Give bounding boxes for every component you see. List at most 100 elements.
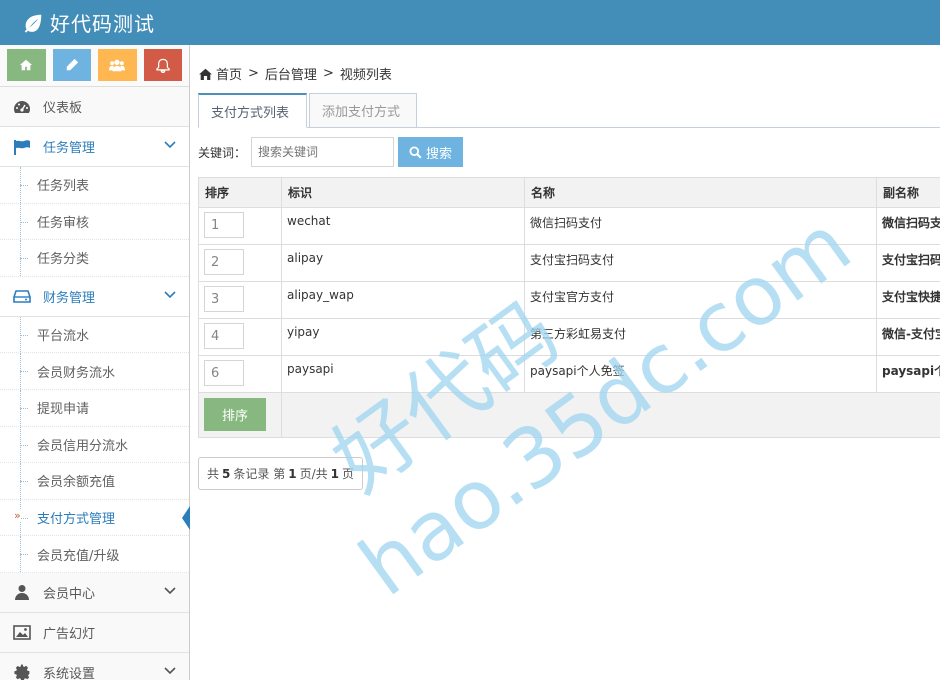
flag-icon <box>12 137 32 157</box>
nav-member-center[interactable]: 会员中心 <box>0 572 189 613</box>
nav-system-settings[interactable]: 系统设置 <box>0 652 189 680</box>
shortcut-bar <box>0 45 189 87</box>
sidebar-item-label: 提现申请 <box>37 402 90 418</box>
search-bar: 关键词： 搜索 <box>198 137 464 167</box>
sidebar-item-label: 支付方式管理 <box>37 512 116 528</box>
sidebar-item-label: 任务分类 <box>37 252 90 268</box>
home-icon <box>199 68 212 80</box>
leaf-logo-icon <box>24 14 42 33</box>
pager-prefix: 共 <box>207 467 220 481</box>
pager-total: 5 <box>222 466 231 481</box>
nav-finance-management[interactable]: 财务管理 <box>0 276 189 317</box>
order-input[interactable] <box>204 212 244 238</box>
sidebar: 仪表板 任务管理 任务列表 任务审核 任务分类 财务管理 平台流水 会员财务流水… <box>0 45 190 680</box>
table-row: alipay 支付宝扫码支付 支付宝扫码支付 <box>198 244 940 282</box>
subname-cell: 微信-支付宝 <box>876 318 940 356</box>
tab-bar: 支付方式列表 添加支付方式 <box>198 93 940 128</box>
footer-empty-cell <box>281 392 940 438</box>
order-cell <box>198 281 282 319</box>
pencil-icon <box>66 58 78 71</box>
sidebar-item-label: 会员财务流水 <box>37 365 116 381</box>
sidebar-item-balance-recharge[interactable]: 会员余额充值 <box>0 463 189 500</box>
nav-member-center-label: 会员中心 <box>43 586 96 602</box>
active-caret-icon <box>182 505 190 530</box>
order-cell <box>198 207 282 245</box>
subname-cell: 支付宝快捷支付 <box>876 281 940 319</box>
search-input[interactable] <box>251 137 395 167</box>
sidebar-item-platform-flow[interactable]: 平台流水 <box>0 316 189 354</box>
chevron-down-icon <box>164 587 176 595</box>
nav-system-settings-label: 系统设置 <box>43 666 96 680</box>
main-content: 首页 > 后台管理 > 视频列表 支付方式列表 添加支付方式 关键词： 搜索 排… <box>190 45 940 680</box>
identifier-cell: wechat <box>281 207 525 245</box>
column-header-order[interactable]: 排序 <box>198 177 282 208</box>
nav-task-management[interactable]: 任务管理 <box>0 127 189 167</box>
sidebar-item-task-category[interactable]: 任务分类 <box>0 240 189 277</box>
column-header-subname[interactable]: 副名称 <box>876 177 940 208</box>
identifier-cell: alipay <box>281 244 525 282</box>
sidebar-item-task-review[interactable]: 任务审核 <box>0 203 189 241</box>
order-cell <box>198 355 282 393</box>
sort-button-cell: 排序 <box>198 392 282 438</box>
breadcrumb-home[interactable]: 首页 <box>216 64 242 83</box>
breadcrumb-separator: > <box>322 66 334 81</box>
breadcrumb-separator: > <box>248 66 259 81</box>
table-row: wechat 微信扫码支付 微信扫码支付 <box>198 207 940 245</box>
top-navbar: 好代码测试 <box>0 0 940 45</box>
tab-add-payment-method[interactable]: 添加支付方式 <box>309 93 417 128</box>
order-cell <box>198 318 282 356</box>
sidebar-item-task-list[interactable]: 任务列表 <box>0 167 189 204</box>
name-cell: paysapi个人免签 <box>524 355 877 393</box>
name-cell: 微信扫码支付 <box>524 207 877 245</box>
app-title[interactable]: 好代码测试 <box>50 8 155 37</box>
edit-shortcut-button[interactable] <box>52 49 91 81</box>
subname-cell: 支付宝扫码支付 <box>876 244 940 282</box>
name-cell: 支付宝官方支付 <box>524 281 877 319</box>
pager-sep: 页/共 <box>299 467 328 481</box>
payment-method-table-wrapper: 排序 标识 名称 副名称 wechat 微信扫码支付 微信扫码支付 alipay… <box>198 177 940 438</box>
table-row: alipay_wap 支付宝官方支付 支付宝快捷支付 <box>198 281 940 319</box>
notifications-shortcut-button[interactable] <box>143 49 182 81</box>
identifier-cell: paysapi <box>281 355 525 393</box>
search-icon <box>409 145 422 159</box>
active-marker-icon: » <box>14 508 21 522</box>
sidebar-item-member-upgrade[interactable]: 会员充值/升级 <box>0 536 189 573</box>
chevron-down-icon <box>164 667 176 675</box>
table-footer-row: 排序 <box>198 392 940 438</box>
pagination-info: 共 5 条记录 第 1 页/共 1 页 <box>198 457 363 490</box>
nav-dashboard[interactable]: 仪表板 <box>0 87 189 127</box>
nav-dashboard-label: 仪表板 <box>43 101 83 116</box>
order-input[interactable] <box>204 323 244 349</box>
subname-cell: paysapi个人免签 <box>876 355 940 393</box>
name-cell: 支付宝扫码支付 <box>524 244 877 282</box>
order-input[interactable] <box>204 249 244 275</box>
column-header-identifier[interactable]: 标识 <box>281 177 525 208</box>
users-shortcut-button[interactable] <box>98 49 137 81</box>
pager-mid: 条记录 第 <box>233 467 286 481</box>
hdd-icon <box>12 286 32 306</box>
sidebar-item-label: 会员充值/升级 <box>37 548 120 564</box>
subname-cell: 微信扫码支付 <box>876 207 940 245</box>
sidebar-item-member-finance-flow[interactable]: 会员财务流水 <box>0 353 189 390</box>
user-icon <box>12 582 32 602</box>
order-input[interactable] <box>204 360 244 386</box>
column-header-name[interactable]: 名称 <box>524 177 877 208</box>
nav-ad-slides[interactable]: 广告幻灯 <box>0 612 189 653</box>
sidebar-item-label: 会员信用分流水 <box>37 438 129 454</box>
search-button[interactable]: 搜索 <box>398 137 464 167</box>
tab-payment-method-list[interactable]: 支付方式列表 <box>198 93 307 128</box>
name-cell: 第三方彩虹易支付 <box>524 318 877 356</box>
sidebar-item-credit-flow[interactable]: 会员信用分流水 <box>0 426 189 464</box>
sidebar-item-withdraw-request[interactable]: 提现申请 <box>0 389 189 427</box>
sort-button[interactable]: 排序 <box>204 398 266 431</box>
order-cell <box>198 244 282 282</box>
nav-ad-slides-label: 广告幻灯 <box>43 626 96 642</box>
home-shortcut-button[interactable] <box>7 49 46 81</box>
dashboard-icon <box>12 97 32 117</box>
keyword-label: 关键词： <box>198 145 247 160</box>
sidebar-item-label: 平台流水 <box>37 329 90 345</box>
sidebar-item-payment-methods[interactable]: » 支付方式管理 <box>0 499 190 537</box>
breadcrumb-admin[interactable]: 后台管理 <box>265 64 317 83</box>
sidebar-item-label: 任务审核 <box>37 215 90 231</box>
order-input[interactable] <box>204 286 244 312</box>
